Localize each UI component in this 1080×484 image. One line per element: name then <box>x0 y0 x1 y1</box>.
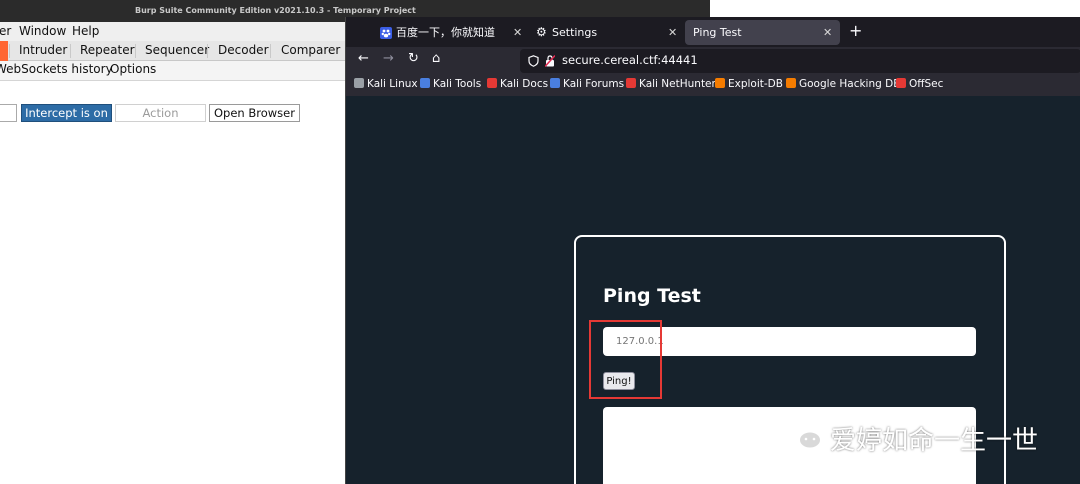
reload-icon[interactable]: ↻ <box>408 51 419 66</box>
gear-icon: ⚙ <box>536 25 547 39</box>
bookmark-label: Kali NetHunter <box>639 78 716 90</box>
tab-comparer[interactable]: Comparer <box>281 43 340 57</box>
navigation-bar: ← → ↻ ⌂ secure.cereal.ctf:44441 <box>346 47 1080 75</box>
burp-menu-bar: er Window Help <box>0 22 350 41</box>
burp-proxy-subtabs: WebSockets history Options <box>0 61 350 81</box>
offsec-icon <box>896 78 906 88</box>
subtab-websockets-history[interactable]: WebSockets history <box>0 62 113 76</box>
paw-icon <box>380 27 392 39</box>
bookmark-exploit-db[interactable]: Exploit-DB <box>715 78 783 90</box>
close-icon[interactable]: ✕ <box>668 20 677 45</box>
tab-intruder[interactable]: Intruder <box>19 43 67 57</box>
bookmark-kali-nethunter[interactable]: Kali NetHunter <box>626 78 716 90</box>
close-icon[interactable]: ✕ <box>823 20 832 45</box>
back-icon[interactable]: ← <box>358 51 369 66</box>
forward-icon[interactable]: → <box>383 51 394 66</box>
lock-warning-icon <box>545 55 555 67</box>
bookmark-label: OffSec <box>909 78 944 90</box>
url-text: secure.cereal.ctf:44441 <box>562 53 698 67</box>
bookmark-google-hacking-db[interactable]: Google Hacking DB <box>786 78 900 90</box>
tab-baidu[interactable]: 百度一下，你就知道 ✕ <box>380 20 525 45</box>
tab-proxy-active-edge[interactable] <box>0 41 8 61</box>
intercept-toggle-button[interactable]: Intercept is on <box>21 104 112 122</box>
tab-ping-test[interactable]: Ping Test ✕ <box>685 20 840 45</box>
kali-docs-icon <box>487 78 497 88</box>
bookmarks-toolbar: Kali Linux Kali Tools Kali Docs Kali For… <box>346 75 1080 96</box>
bookmark-kali-linux[interactable]: Kali Linux <box>354 78 418 90</box>
action-button[interactable]: Action <box>115 104 206 122</box>
bookmark-kali-tools[interactable]: Kali Tools <box>420 78 481 90</box>
bookmark-kali-docs[interactable]: Kali Docs <box>487 78 548 90</box>
bookmark-label: Kali Tools <box>433 78 482 90</box>
url-bar[interactable]: secure.cereal.ctf:44441 <box>520 49 1080 73</box>
tab-label: Ping Test <box>693 26 742 39</box>
menu-item-help[interactable]: Help <box>72 24 99 38</box>
bookmark-label: Exploit-DB <box>728 78 783 90</box>
tab-sequencer[interactable]: Sequencer <box>145 43 209 57</box>
new-tab-button[interactable]: + <box>849 21 862 40</box>
firefox-window: 百度一下，你就知道 ✕ ⚙ Settings ✕ Ping Test ✕ + ←… <box>345 17 1080 484</box>
home-icon[interactable]: ⌂ <box>432 51 440 66</box>
watermark-text: 爱婷如命一生一世 <box>830 426 1039 456</box>
bookmark-offsec[interactable]: OffSec <box>896 78 943 90</box>
kali-forums-icon <box>550 78 560 88</box>
annotation-highlight-box <box>589 320 662 399</box>
close-icon[interactable]: ✕ <box>513 20 522 45</box>
bookmark-label: Kali Linux <box>367 78 418 90</box>
bookmark-label: Google Hacking DB <box>799 78 901 90</box>
forward-button[interactable] <box>0 104 17 122</box>
ghdb-icon <box>786 78 796 88</box>
page-title: Ping Test <box>603 285 701 307</box>
menu-item-user-options[interactable]: er <box>0 24 11 38</box>
tab-label: 百度一下，你就知道 <box>396 26 495 39</box>
nethunter-icon <box>626 78 636 88</box>
wechat-icon <box>782 421 822 451</box>
tab-repeater[interactable]: Repeater <box>80 43 135 57</box>
bookmark-kali-forums[interactable]: Kali Forums <box>550 78 624 90</box>
exploit-db-icon <box>715 78 725 88</box>
bookmark-label: Kali Docs <box>500 78 549 90</box>
tab-label: Settings <box>552 26 598 39</box>
menu-item-window[interactable]: Window <box>19 24 66 38</box>
burp-tool-tabs: Intruder Repeater Sequencer Decoder Comp… <box>0 41 350 61</box>
subtab-options[interactable]: Options <box>110 62 156 76</box>
tab-settings[interactable]: ⚙ Settings ✕ <box>536 20 681 45</box>
kali-tools-icon <box>420 78 430 88</box>
open-browser-button[interactable]: Open Browser <box>209 104 300 122</box>
shield-icon <box>528 55 539 67</box>
tab-decoder[interactable]: Decoder <box>218 43 269 57</box>
kali-dragon-icon <box>354 78 364 88</box>
browser-tab-bar: 百度一下，你就知道 ✕ ⚙ Settings ✕ Ping Test ✕ + <box>346 17 1080 47</box>
bookmark-label: Kali Forums <box>563 78 625 90</box>
intercept-toolbar: Intercept is on Action Open Browser <box>0 104 350 124</box>
